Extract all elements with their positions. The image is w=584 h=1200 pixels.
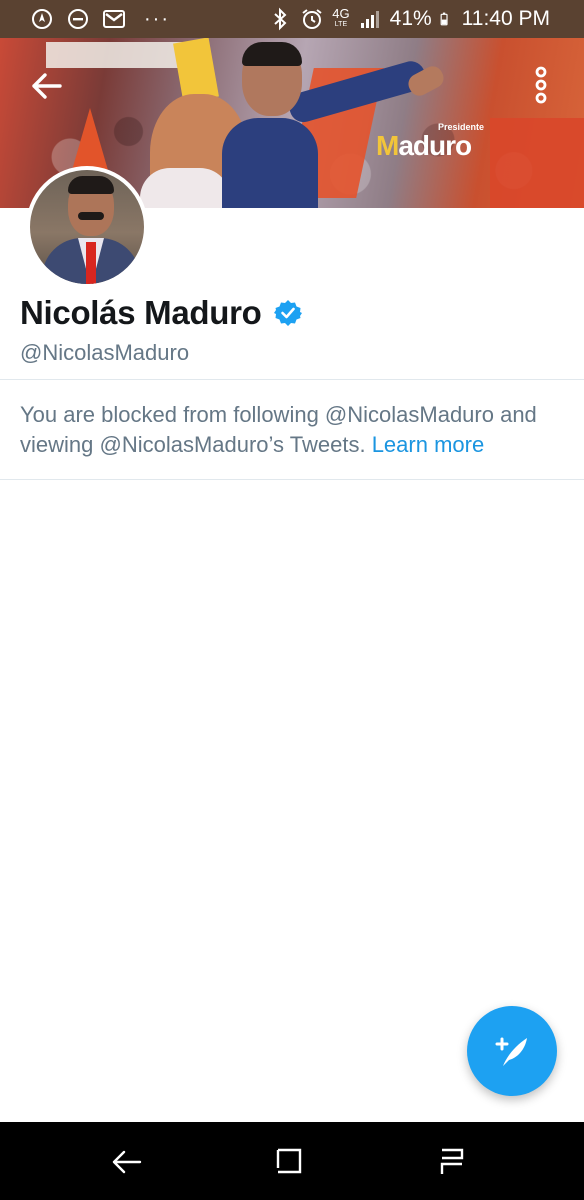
banner-flag	[490, 118, 584, 208]
more-vertical-icon[interactable]	[526, 64, 556, 108]
divider	[0, 379, 584, 380]
network-indicator: 4G LTE	[332, 6, 350, 30]
status-bar-left: ···	[30, 7, 170, 31]
nav-home-icon[interactable]	[270, 1144, 310, 1180]
screen: ··· 4G LTE 41% 11:40 PM Presidente Madur…	[0, 0, 584, 1200]
status-bar: ··· 4G LTE 41% 11:40 PM	[0, 0, 584, 38]
banner-logo-rest: aduro	[398, 130, 472, 161]
blocked-message: You are blocked from following @NicolasM…	[20, 400, 564, 460]
back-arrow-icon[interactable]	[26, 68, 66, 104]
profile-handle: @NicolasMaduro	[20, 340, 190, 365]
clock: 11:40 PM	[461, 7, 550, 30]
battery-percent: 41%	[389, 7, 432, 30]
profile-name-row: Nicolás Maduro	[20, 292, 302, 334]
system-nav-bar	[0, 1122, 584, 1200]
avatar[interactable]	[26, 166, 148, 288]
nav-recents-icon[interactable]	[432, 1144, 472, 1180]
signal-icon	[360, 11, 379, 28]
banner-sign	[46, 42, 186, 68]
compose-tweet-icon	[495, 1037, 527, 1066]
avatar-mustache	[78, 212, 104, 220]
network-subtype: LTE	[334, 21, 348, 28]
compose-tweet-button[interactable]	[467, 1006, 557, 1096]
banner-logo-initial: M	[376, 130, 399, 161]
banner-logo-word: Maduro	[376, 130, 472, 162]
network-type: 4G	[332, 6, 350, 21]
avatar-tie	[86, 242, 96, 284]
battery-icon	[440, 12, 448, 26]
banner-logo: Presidente Maduro	[372, 120, 502, 170]
banner-person	[222, 118, 318, 208]
do-not-disturb-icon	[68, 9, 88, 29]
status-overflow-dots: ···	[144, 8, 170, 30]
verified-badge-icon	[273, 300, 302, 326]
divider	[0, 479, 584, 480]
banner-person	[140, 168, 230, 208]
display-name: Nicolás Maduro	[20, 294, 262, 331]
location-icon	[32, 9, 52, 29]
alarm-icon	[302, 9, 322, 29]
status-bar-right: 4G LTE 41% 11:40 PM	[268, 0, 550, 38]
learn-more-link[interactable]: Learn more	[372, 432, 485, 457]
banner-person-hair	[242, 42, 302, 66]
nav-back-icon[interactable]	[108, 1144, 148, 1180]
bluetooth-icon	[274, 7, 287, 31]
avatar-hair	[68, 176, 114, 194]
gmail-icon	[103, 10, 125, 28]
